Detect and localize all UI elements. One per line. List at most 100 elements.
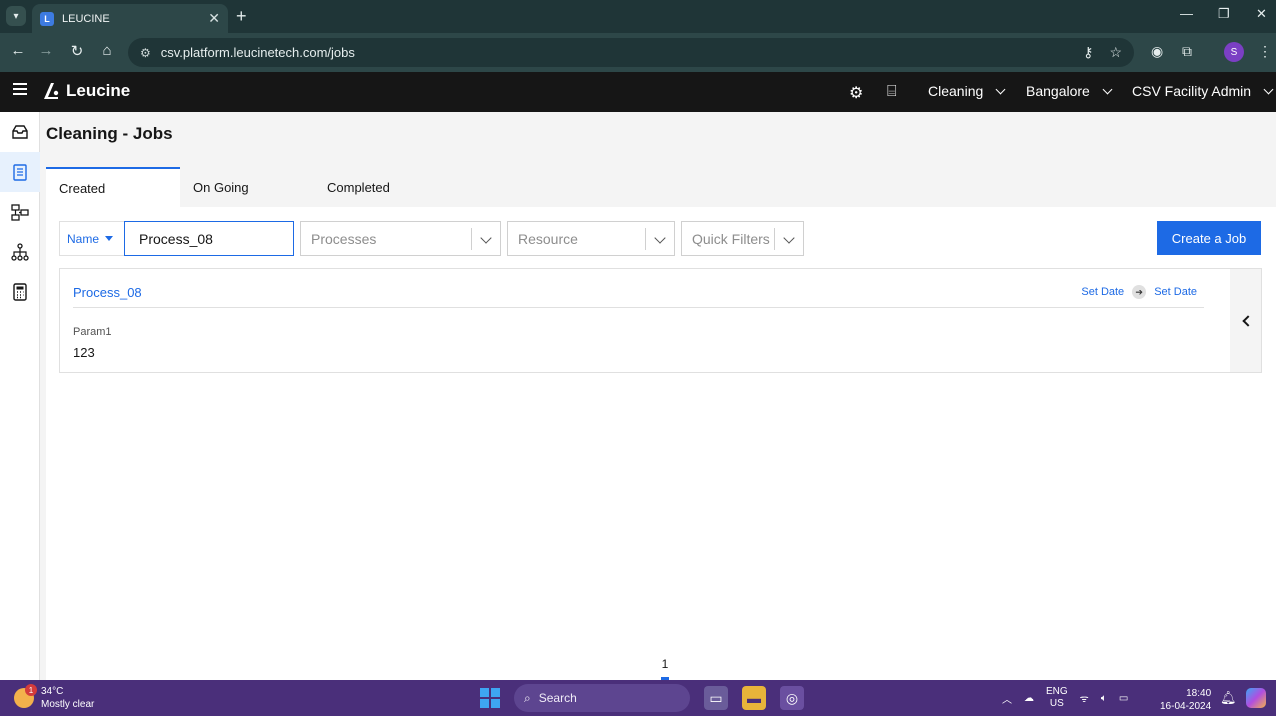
browser-menu-icon[interactable]: ⋮: [1258, 43, 1272, 60]
restore-icon[interactable]: ❐: [1218, 6, 1230, 22]
reload-icon[interactable]: ↻: [67, 42, 87, 60]
browser-tab[interactable]: L LEUCINE ✕: [32, 4, 228, 33]
inbox-icon: [12, 125, 28, 139]
wifi-icon[interactable]: ᯤ: [1080, 691, 1089, 705]
main-content: Cleaning - Jobs Created On Going Complet…: [40, 112, 1276, 680]
forward-icon[interactable]: →: [36, 42, 56, 59]
processes-placeholder: Processes: [311, 230, 377, 247]
site-info-icon[interactable]: ⚙: [140, 46, 151, 60]
chevron-left-icon: [1241, 314, 1254, 327]
back-icon[interactable]: ←: [8, 42, 28, 59]
temperature: 34°C: [41, 686, 64, 697]
facility-dropdown[interactable]: Bangalore: [1026, 83, 1113, 99]
chevron-down-icon: [1263, 84, 1274, 94]
camera-extension-icon[interactable]: ◉: [1151, 43, 1163, 60]
clock-time: 18:40: [1186, 688, 1212, 699]
copilot-icon[interactable]: [1246, 688, 1266, 708]
quick-filters-placeholder: Quick Filters: [692, 230, 770, 247]
sidebar-item-jobs[interactable]: [0, 152, 40, 192]
close-tab-icon[interactable]: ✕: [208, 10, 220, 27]
job-card: Process_08 Set Date ➔ Set Date Param1 12…: [59, 268, 1262, 373]
use-case-label: Cleaning: [928, 83, 984, 99]
hamburger-menu-icon[interactable]: [13, 83, 27, 97]
chevron-down-icon: [995, 84, 1006, 94]
sidebar-item-reports[interactable]: [0, 272, 40, 312]
new-tab-icon[interactable]: +: [236, 6, 247, 26]
page-number[interactable]: 1: [660, 657, 670, 671]
logo-text: Leucine: [66, 81, 131, 100]
chrome-icon[interactable]: ◎: [780, 686, 804, 710]
jobs-panel: Name Process_08 Processes Resource Quick…: [46, 207, 1276, 680]
pagination: 1: [660, 657, 670, 680]
parameter-value: 123: [73, 345, 95, 360]
calculator-report-icon: [13, 283, 27, 301]
job-date-range: Set Date ➔ Set Date: [1081, 285, 1197, 299]
tab-search-icon[interactable]: ▾: [6, 6, 26, 26]
search-field-selector[interactable]: Name: [59, 221, 124, 256]
weather-sun-icon: 1: [14, 684, 37, 708]
language-indicator[interactable]: ENG US: [1046, 686, 1068, 710]
clock-date: 16-04-2024: [1160, 701, 1212, 712]
region-code: US: [1049, 698, 1064, 709]
system-clock[interactable]: 18:40 16-04-2024: [1160, 687, 1211, 713]
create-job-button[interactable]: Create a Job: [1157, 221, 1261, 255]
notification-bell-icon[interactable]: 🔔︎: [1220, 690, 1237, 706]
windows-start-icon[interactable]: [480, 688, 500, 708]
end-date-link[interactable]: Set Date: [1154, 286, 1197, 298]
start-date-link[interactable]: Set Date: [1081, 286, 1124, 298]
taskbar-search[interactable]: ⌕ Search: [514, 684, 690, 712]
app-header: Leucine ⚙ ⌸ Cleaning Bangalore CSV Facil…: [0, 72, 1276, 112]
weather-widget[interactable]: 1 34°C Mostly clear: [14, 684, 95, 711]
home-icon[interactable]: ⌂: [97, 42, 117, 59]
side-navigation: [0, 112, 40, 680]
profile-avatar[interactable]: S: [1224, 42, 1244, 62]
file-explorer-icon[interactable]: ▬: [742, 686, 766, 710]
caret-down-icon: [105, 236, 114, 241]
address-bar[interactable]: ⚙ csv.platform.leucinetech.com/jobs ⚷ ☆: [128, 38, 1134, 67]
tab-on-going[interactable]: On Going: [180, 167, 314, 207]
sidebar-item-inbox[interactable]: [0, 112, 40, 152]
chevron-down-icon: [1102, 84, 1113, 94]
weather-badge: 1: [25, 684, 37, 696]
battery-icon[interactable]: ▭: [1119, 693, 1128, 704]
resource-select[interactable]: Resource: [507, 221, 675, 256]
chevron-down-icon: [480, 232, 492, 244]
quick-filters-select[interactable]: Quick Filters: [681, 221, 804, 256]
search-icon: ⌕: [524, 690, 531, 705]
system-tray: ︿ ☁ ENG US ᯤ 🔈︎ ▭: [1002, 686, 1128, 710]
facility-label: Bangalore: [1026, 83, 1090, 99]
user-role-dropdown[interactable]: CSV Facility Admin: [1132, 83, 1274, 99]
use-case-dropdown[interactable]: Cleaning: [928, 83, 1006, 99]
weather-condition: Mostly clear: [41, 699, 95, 710]
job-name-link[interactable]: Process_08: [73, 285, 142, 300]
window-close-icon[interactable]: ✕: [1256, 6, 1267, 22]
tray-overflow-chevron-icon[interactable]: ︿: [1002, 691, 1012, 706]
minimize-icon[interactable]: —: [1180, 6, 1193, 21]
leucine-favicon-icon: L: [40, 11, 54, 26]
sidebar-item-ontology[interactable]: [0, 232, 40, 272]
resource-placeholder: Resource: [518, 230, 578, 247]
search-input[interactable]: Process_08: [124, 221, 294, 256]
job-status-tabs: Created On Going Completed: [46, 167, 448, 207]
extensions-icon[interactable]: ⧉: [1182, 43, 1192, 60]
scan-qr-icon[interactable]: ⌸: [887, 83, 897, 101]
task-view-icon[interactable]: ▭: [704, 686, 728, 710]
browser-tabstrip: ▾ L LEUCINE ✕ + — ❐ ✕: [0, 0, 1276, 33]
volume-icon[interactable]: 🔈︎: [1101, 693, 1107, 704]
browser-toolbar: ← → ↻ ⌂ ⚙ csv.platform.leucinetech.com/j…: [0, 33, 1276, 72]
settings-gear-icon[interactable]: ⚙: [849, 83, 863, 103]
bookmark-star-icon[interactable]: ☆: [1109, 44, 1122, 61]
tab-completed[interactable]: Completed: [314, 167, 448, 207]
leucine-logo-mark-icon: [44, 83, 59, 99]
processes-select[interactable]: Processes: [300, 221, 501, 256]
expand-job-button[interactable]: [1230, 269, 1261, 372]
user-role-label: CSV Facility Admin: [1132, 83, 1252, 99]
language-code: ENG: [1046, 686, 1068, 697]
onedrive-cloud-icon[interactable]: ☁: [1024, 693, 1034, 704]
password-key-icon[interactable]: ⚷: [1083, 44, 1093, 61]
tab-created[interactable]: Created: [46, 167, 180, 207]
parameter-label: Param1: [73, 326, 112, 338]
sidebar-item-processes[interactable]: [0, 192, 40, 232]
taskbar-apps: ⌕ Search ▭ ▬ ◎: [480, 684, 804, 712]
hierarchy-icon: [11, 243, 29, 261]
